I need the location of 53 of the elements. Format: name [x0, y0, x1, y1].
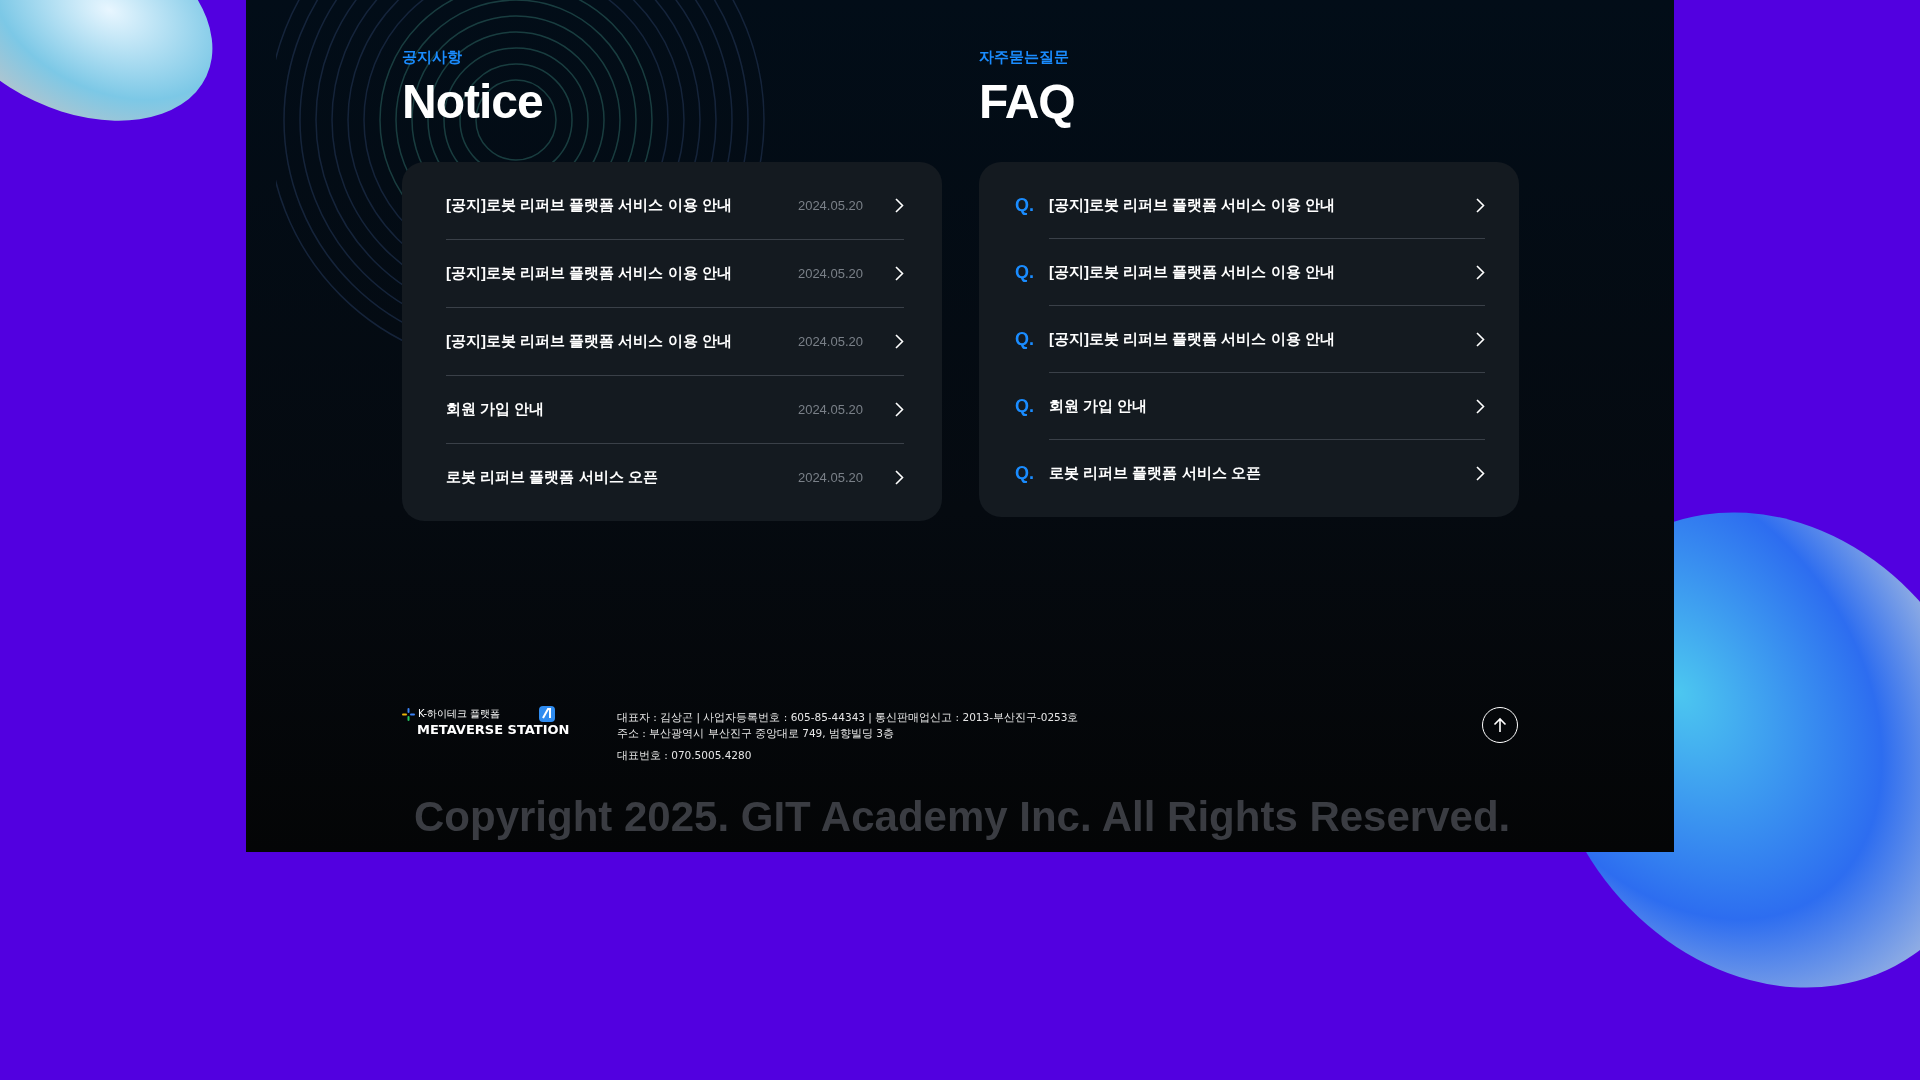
question-marker: Q. — [1015, 463, 1035, 484]
chevron-right-icon — [1476, 466, 1485, 481]
notice-title: [공지]로봇 리퍼브 플랫폼 서비스 이용 안내 — [446, 264, 733, 283]
arrow-up-icon — [1493, 717, 1507, 733]
section-label: 자주묻는질문 — [979, 48, 1070, 67]
question-marker: Q. — [1015, 195, 1035, 216]
phone-number: 대표번호 : 070.5005.4280 — [617, 748, 753, 763]
section-title: Notice — [402, 76, 544, 128]
notice-date: 2024.05.20 — [797, 470, 863, 485]
notice-item[interactable]: [공지]로봇 리퍼브 플랫폼 서비스 이용 안내 2024.05.20 — [446, 240, 904, 308]
chevron-right-icon — [1476, 198, 1485, 213]
section-title: FAQ — [979, 76, 1076, 128]
notice-title: [공지]로봇 리퍼브 플랫폼 서비스 이용 안내 — [446, 332, 733, 351]
chevron-right-icon — [895, 470, 904, 485]
notice-date: 2024.05.20 — [797, 402, 863, 417]
notice-date: 2024.05.20 — [797, 266, 863, 281]
notice-item[interactable]: [공지]로봇 리퍼브 플랫폼 서비스 이용 안내 2024.05.20 — [446, 308, 904, 376]
sparkle-icon — [402, 707, 415, 721]
faq-item[interactable]: Q. 회원 가입 안내 — [1015, 373, 1485, 440]
company-info: 대표자 : 김상곤 | 사업자등록번호 : 605-85-44343 | 통신판매업신고 : 2013-부산진구-0253호 — [617, 710, 1080, 725]
notice-item[interactable]: 회원 가입 안내 2024.05.20 — [446, 376, 904, 444]
faq-question: [공지]로봇 리퍼브 플랫폼 서비스 이용 안내 — [1049, 263, 1336, 282]
notice-item[interactable]: 로봇 리퍼브 플랫폼 서비스 오픈 2024.05.20 — [446, 444, 904, 511]
notice-item[interactable]: [공지]로봇 리퍼브 플랫폼 서비스 이용 안내 2024.05.20 — [446, 172, 904, 240]
question-marker: Q. — [1015, 262, 1035, 283]
notice-title: 로봇 리퍼브 플랫폼 서비스 오픈 — [446, 468, 659, 487]
faq-question: [공지]로봇 리퍼브 플랫폼 서비스 이용 안내 — [1049, 330, 1336, 349]
logo-tagline: K-하이테크 플랫폼 — [418, 707, 501, 721]
faq-question: [공지]로봇 리퍼브 플랫폼 서비스 이용 안내 — [1049, 196, 1336, 215]
chevron-right-icon — [1476, 332, 1485, 347]
chevron-right-icon — [895, 198, 904, 213]
chevron-right-icon — [895, 334, 904, 349]
chevron-right-icon — [1476, 399, 1485, 414]
faq-item[interactable]: Q. 로봇 리퍼브 플랫폼 서비스 오픈 — [1015, 440, 1485, 507]
chevron-right-icon — [895, 266, 904, 281]
faq-item[interactable]: Q. [공지]로봇 리퍼브 플랫폼 서비스 이용 안내 — [1015, 239, 1485, 306]
chevron-right-icon — [1476, 265, 1485, 280]
faq-question: 로봇 리퍼브 플랫폼 서비스 오픈 — [1049, 464, 1262, 483]
faq-item[interactable]: Q. [공지]로봇 리퍼브 플랫폼 서비스 이용 안내 — [1015, 306, 1485, 373]
question-marker: Q. — [1015, 396, 1035, 417]
question-marker: Q. — [1015, 329, 1035, 350]
notice-date: 2024.05.20 — [797, 334, 863, 349]
company-info: 주소 : 부산광역시 부산진구 중앙대로 749, 범향빌딩 3층 — [617, 726, 895, 741]
faq-item[interactable]: Q. [공지]로봇 리퍼브 플랫폼 서비스 이용 안내 — [1015, 172, 1485, 239]
notice-date: 2024.05.20 — [797, 198, 863, 213]
app-logo-icon — [539, 706, 555, 722]
copyright-text: Copyright 2025. GIT Academy Inc. All Rights Reserved. — [414, 793, 1512, 841]
notice-title: 회원 가입 안내 — [446, 400, 546, 419]
logo-wordmark: METAVERSE STATION — [417, 722, 571, 737]
faq-question: 회원 가입 안내 — [1049, 397, 1149, 416]
chevron-right-icon — [895, 402, 904, 417]
section-label: 공지사항 — [402, 48, 463, 67]
notice-title: [공지]로봇 리퍼브 플랫폼 서비스 이용 안내 — [446, 196, 733, 215]
